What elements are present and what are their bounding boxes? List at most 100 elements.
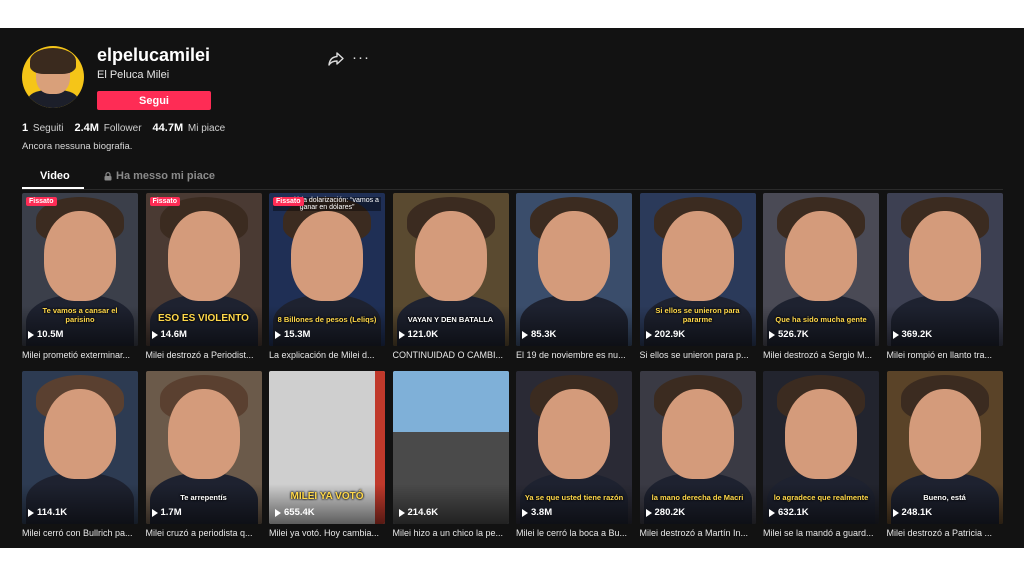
video-thumbnail[interactable]: Ya se que usted tiene razón 3.8M	[516, 371, 632, 524]
video-title[interactable]: Milei ya votó. Hoy cambia...	[269, 528, 385, 538]
play-icon	[151, 508, 158, 517]
video-caption: Te arrepentís	[180, 493, 227, 502]
video-thumbnail[interactable]: Fissato ESO ES VIOLENTO 14.6M	[145, 193, 262, 346]
play-icon	[522, 508, 528, 517]
video-title[interactable]: Milei cerró con Bullrich pa...	[22, 528, 138, 538]
view-count: 526.7K	[769, 329, 809, 340]
avatar[interactable]	[22, 46, 84, 108]
video-card[interactable]: 85.3K El 19 de noviembre es nu...	[516, 193, 632, 360]
video-grid: Fissato Te vamos a cansar el parisino 10.5…	[22, 193, 1007, 538]
view-count: 248.1K	[892, 507, 932, 518]
video-title[interactable]: CONTINUIDAD O CAMBI...	[393, 350, 509, 360]
more-icon[interactable]: ···	[352, 49, 370, 66]
video-thumbnail[interactable]: anunció la dolarización: “vamos a ganar …	[269, 193, 385, 346]
video-title[interactable]: El 19 de noviembre es nu...	[516, 350, 632, 360]
video-thumbnail[interactable]: lo agradece que realmente 632.1K	[763, 371, 879, 524]
video-title[interactable]: Milei destrozó a Sergio M...	[763, 350, 879, 360]
video-card[interactable]: 114.1K Milei cerró con Bullrich pa...	[22, 371, 138, 538]
video-card[interactable]: Si ellos se unieron para pararme 202.9K Si…	[639, 193, 756, 360]
profile-stats: 1 Seguiti 2.4M Follower 44.7M Mi piace	[22, 122, 225, 134]
video-thumbnail[interactable]: 85.3K	[516, 193, 632, 346]
video-title[interactable]: Milei cruzó a periodista q...	[146, 528, 262, 538]
video-thumbnail[interactable]: Que ha sido mucha gente 526.7K	[763, 193, 879, 346]
video-card[interactable]: 214.6K Milei hizo a un chico la pe...	[392, 371, 509, 538]
video-caption: Si ellos se unieron para pararme	[655, 306, 740, 324]
pinned-badge: Fissato	[149, 197, 181, 206]
nickname: El Peluca Milei	[97, 69, 170, 81]
view-count: 632.1K	[769, 507, 809, 518]
video-title[interactable]: Milei le cerró la boca a Bu...	[516, 528, 632, 538]
view-count: 3.8M	[522, 507, 552, 518]
play-icon	[645, 330, 652, 339]
play-icon	[28, 330, 34, 339]
share-icon[interactable]	[328, 52, 344, 66]
video-title[interactable]: Milei destrozó a Patricia ...	[887, 528, 1003, 538]
tab-video[interactable]: Video	[40, 170, 70, 182]
video-card[interactable]: Bueno, está 248.1K Milei destrozó a Patric…	[886, 371, 1003, 538]
view-count: 10.5M	[28, 329, 63, 340]
stat-following[interactable]: 1 Seguiti	[22, 122, 63, 134]
play-icon	[892, 508, 899, 517]
view-count: 121.0K	[398, 329, 438, 340]
video-title[interactable]: La explicación de Milei d...	[269, 350, 385, 360]
video-card[interactable]: Ya se que usted tiene razón 3.8M Milei le …	[516, 371, 632, 538]
play-icon	[151, 330, 158, 339]
follow-button[interactable]: Segui	[97, 91, 211, 110]
video-thumbnail[interactable]: Si ellos se unieron para pararme 202.9K	[639, 193, 756, 346]
play-icon	[275, 508, 281, 517]
pinned-badge: Fissato	[273, 197, 304, 206]
stat-followers[interactable]: 2.4M Follower	[74, 122, 141, 134]
view-count: 280.2K	[645, 507, 685, 518]
view-count: 85.3K	[522, 329, 556, 340]
video-title[interactable]: Milei se la mandó a guard...	[763, 528, 879, 538]
play-icon	[522, 330, 528, 339]
view-count: 1.7M	[151, 507, 182, 518]
profile-page: elpelucamilei El Peluca Milei Segui ··· …	[0, 28, 1024, 548]
video-title[interactable]: Milei destrozó a Periodist...	[146, 350, 262, 360]
video-caption: VAYAN Y DEN BATALLA	[407, 315, 494, 324]
play-icon	[398, 330, 405, 339]
username: elpelucamilei	[97, 45, 211, 65]
video-title[interactable]: Si ellos se unieron para p...	[640, 350, 756, 360]
video-caption: Que ha sido mucha gente	[775, 315, 867, 324]
video-thumbnail[interactable]: VAYAN Y DEN BATALLA 121.0K	[392, 193, 509, 346]
tab-liked[interactable]: Ha messo mi piace	[104, 170, 215, 182]
video-thumbnail[interactable]: MILEI YA VOTÓ 655.4K	[269, 371, 385, 524]
video-thumbnail[interactable]: 214.6K	[392, 371, 509, 524]
view-count: 369.2K	[892, 329, 932, 340]
video-caption: Ya se que usted tiene razón	[524, 493, 624, 502]
video-caption: la mano derecha de Macri	[651, 493, 744, 502]
video-card[interactable]: lo agradece que realmente 632.1K Milei se …	[763, 371, 879, 538]
video-card[interactable]: Te arrepentís 1.7M Milei cruzó a periodist…	[145, 371, 262, 538]
lock-icon	[104, 171, 112, 180]
video-card[interactable]: anunció la dolarización: “vamos a ganar …	[269, 193, 385, 360]
video-card[interactable]: Fissato ESO ES VIOLENTO 14.6M Milei destroz…	[145, 193, 262, 360]
profile-tabs: Video Ha messo mi piace	[22, 166, 1003, 190]
video-thumbnail[interactable]: Te arrepentís 1.7M	[145, 371, 262, 524]
view-count: 214.6K	[398, 507, 438, 518]
video-title[interactable]: Milei destrozó a Martín In...	[640, 528, 756, 538]
video-thumbnail[interactable]: la mano derecha de Macri 280.2K	[639, 371, 756, 524]
video-title[interactable]: Milei rompió en llanto tra...	[887, 350, 1003, 360]
video-thumbnail[interactable]: 114.1K	[22, 371, 138, 524]
video-title[interactable]: Milei prometió exterminar...	[22, 350, 138, 360]
video-title[interactable]: Milei hizo a un chico la pe...	[393, 528, 509, 538]
video-thumbnail[interactable]: Fissato Te vamos a cansar el parisino 10.5…	[22, 193, 138, 346]
video-card[interactable]: Que ha sido mucha gente 526.7K Milei destr…	[763, 193, 879, 360]
play-icon	[769, 330, 775, 339]
video-thumbnail[interactable]: Bueno, está 248.1K	[886, 371, 1003, 524]
video-caption: Te vamos a cansar el parisino	[42, 306, 118, 324]
bio: Ancora nessuna biografia.	[22, 141, 133, 152]
video-card[interactable]: la mano derecha de Macri 280.2K Milei dest…	[639, 371, 756, 538]
video-caption: lo agradece que realmente	[773, 493, 869, 502]
video-card[interactable]: Fissato Te vamos a cansar el parisino 10.5…	[22, 193, 138, 360]
video-card[interactable]: 369.2K Milei rompió en llanto tra...	[886, 193, 1003, 360]
video-card[interactable]: MILEI YA VOTÓ 655.4K Milei ya votó. Hoy ca…	[269, 371, 385, 538]
video-card[interactable]: VAYAN Y DEN BATALLA 121.0K CONTINUIDAD O C…	[392, 193, 509, 360]
play-icon	[892, 330, 899, 339]
view-count: 15.3M	[275, 329, 310, 340]
play-icon	[28, 508, 34, 517]
tab-divider	[22, 189, 1003, 190]
video-caption: ESO ES VIOLENTO	[158, 313, 249, 324]
video-thumbnail[interactable]: 369.2K	[886, 193, 1003, 346]
